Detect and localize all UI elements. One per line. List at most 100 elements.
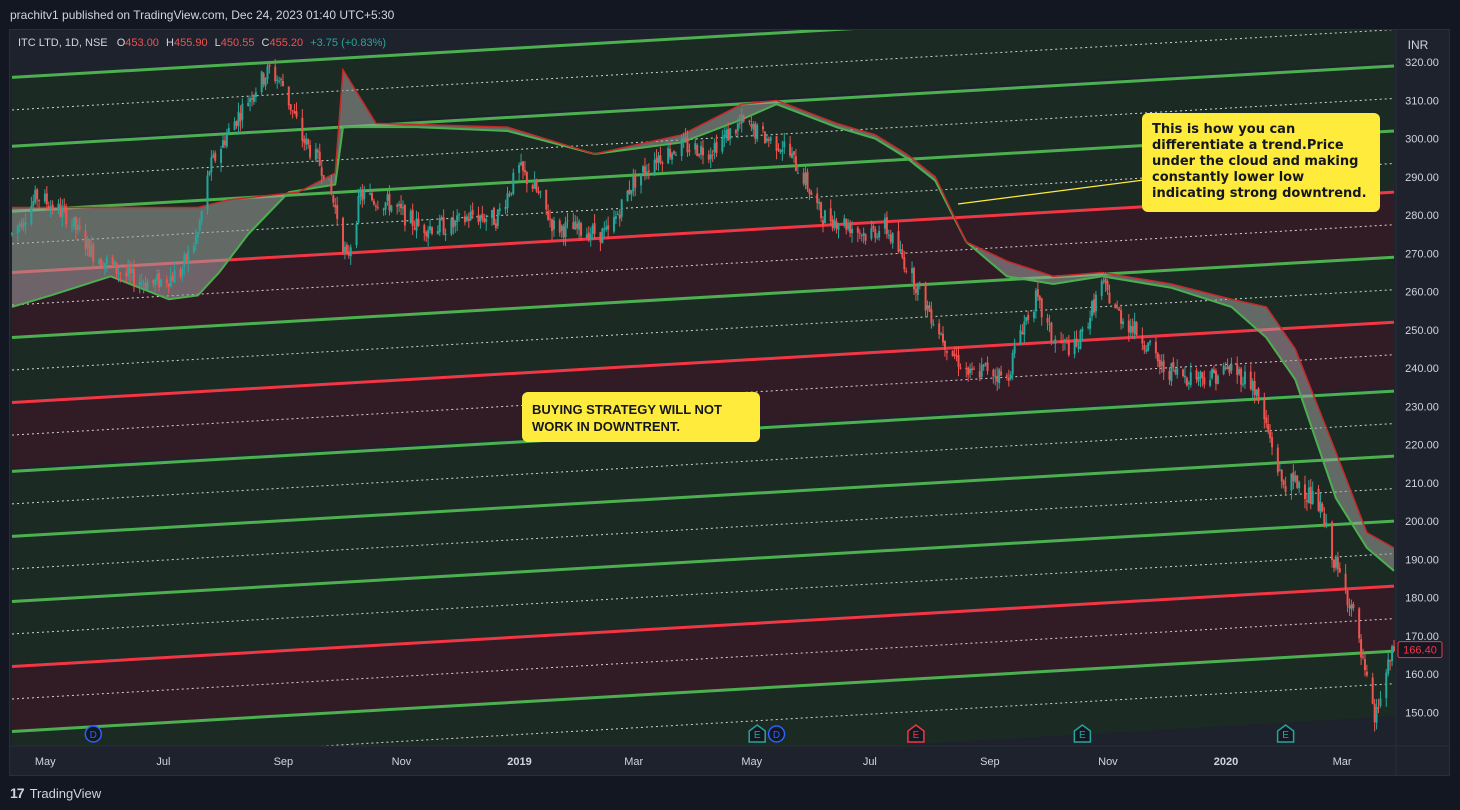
candle-body [1104, 278, 1107, 284]
candle [823, 209, 826, 224]
candle-body [233, 121, 236, 131]
tradingview-brand: TradingView [29, 785, 102, 801]
candle-body [1216, 375, 1219, 385]
candle-body [736, 123, 739, 132]
trend-note-callout[interactable]: This is how you can differentiate a tren… [1142, 113, 1380, 212]
candle-body [1352, 603, 1355, 609]
candle-body [1236, 364, 1239, 376]
candle-body [1147, 342, 1150, 351]
candle-body [144, 283, 147, 289]
candle-body [152, 279, 155, 284]
candle-body [396, 204, 399, 207]
candle-body [707, 154, 710, 160]
candle-body [301, 117, 304, 141]
candle-body [794, 156, 797, 171]
candle-body [1377, 707, 1380, 709]
candle-body [1162, 360, 1165, 373]
candle-body [1373, 703, 1376, 722]
candle-body [887, 234, 890, 236]
candle-body [1009, 374, 1012, 379]
candle-body [614, 216, 617, 219]
tradingview-logo[interactable]: 17 TradingView [10, 785, 101, 801]
candle-body [220, 149, 223, 163]
candle-body [481, 213, 484, 219]
candle-body [829, 208, 832, 222]
candle-body [1331, 522, 1334, 560]
candle-body [1305, 500, 1308, 502]
dividend-event-icon[interactable]: D [767, 725, 786, 743]
candle-body [1243, 371, 1246, 385]
candle-body [227, 127, 230, 134]
candle-body [545, 189, 548, 210]
candle-body [264, 78, 267, 87]
candle-body [715, 141, 718, 154]
candle-body [1046, 317, 1049, 323]
candle-body [140, 281, 143, 283]
candle-body [442, 217, 445, 235]
price-tick-label: 150.00 [1405, 707, 1439, 719]
candle-body [1280, 469, 1283, 482]
candle-body [723, 134, 726, 139]
candle-body [289, 104, 292, 110]
candle-body [531, 185, 534, 189]
candle-body [1267, 423, 1270, 433]
candle-body [1334, 558, 1337, 568]
strategy-note-callout[interactable]: BUYING STRATEGY WILL NOT WORK IN DOWNTRE… [522, 392, 760, 442]
candle-body [858, 232, 861, 234]
candle-body [523, 169, 526, 173]
candle-body [566, 220, 569, 222]
candle-body [24, 222, 27, 225]
candle-body [1371, 677, 1374, 704]
candle-body [885, 217, 888, 234]
price-axis: 150.00 160.00 170.00 180.00 190.00 200.00 210.… [1397, 57, 1443, 719]
candle-body [674, 154, 677, 156]
candle-body [1298, 482, 1301, 489]
candle-body [471, 210, 474, 216]
candle-body [403, 205, 406, 226]
candle-body [831, 219, 834, 229]
dividend-event-icon[interactable]: D [84, 725, 103, 743]
candle-body [345, 244, 348, 254]
candle-body [1131, 326, 1134, 333]
candle-body [870, 228, 873, 239]
candle-body [61, 207, 64, 218]
candle-body [51, 204, 54, 210]
candle-body [1336, 557, 1339, 570]
candle-body [876, 236, 879, 238]
candle-body [303, 139, 306, 144]
candle-body [903, 257, 906, 270]
candle-body [580, 223, 583, 236]
candle-body [667, 148, 670, 164]
currency-label[interactable]: INR [1408, 38, 1429, 52]
candle-body [409, 211, 412, 224]
candle-body [388, 193, 391, 211]
candle-body [1276, 447, 1279, 473]
candle-body [417, 218, 420, 226]
candle-body [847, 224, 850, 229]
candle-body [661, 162, 664, 164]
candle-body [804, 172, 807, 186]
candle-body [872, 225, 875, 229]
candle-body [491, 210, 494, 219]
candle-body [756, 124, 759, 140]
candle-body [576, 223, 579, 229]
earnings-event-icon[interactable]: E [1276, 724, 1295, 743]
time-tick-label: 2020 [1214, 756, 1238, 768]
candle-body [653, 159, 656, 174]
candle-body [618, 214, 621, 219]
candle-body [386, 194, 389, 201]
candle-body [1135, 322, 1138, 336]
candle [1358, 607, 1361, 643]
candle-body [518, 164, 521, 173]
candle-body [905, 270, 908, 272]
candle-body [1133, 321, 1136, 334]
candle-body [390, 205, 393, 212]
candle-body [1332, 559, 1335, 569]
candle-body [891, 233, 894, 244]
candle [1296, 475, 1299, 490]
candle-body [587, 232, 590, 241]
candle-body [1067, 341, 1070, 355]
candle-body [752, 124, 755, 130]
candle-body [1365, 671, 1368, 676]
candle-body [90, 244, 93, 257]
